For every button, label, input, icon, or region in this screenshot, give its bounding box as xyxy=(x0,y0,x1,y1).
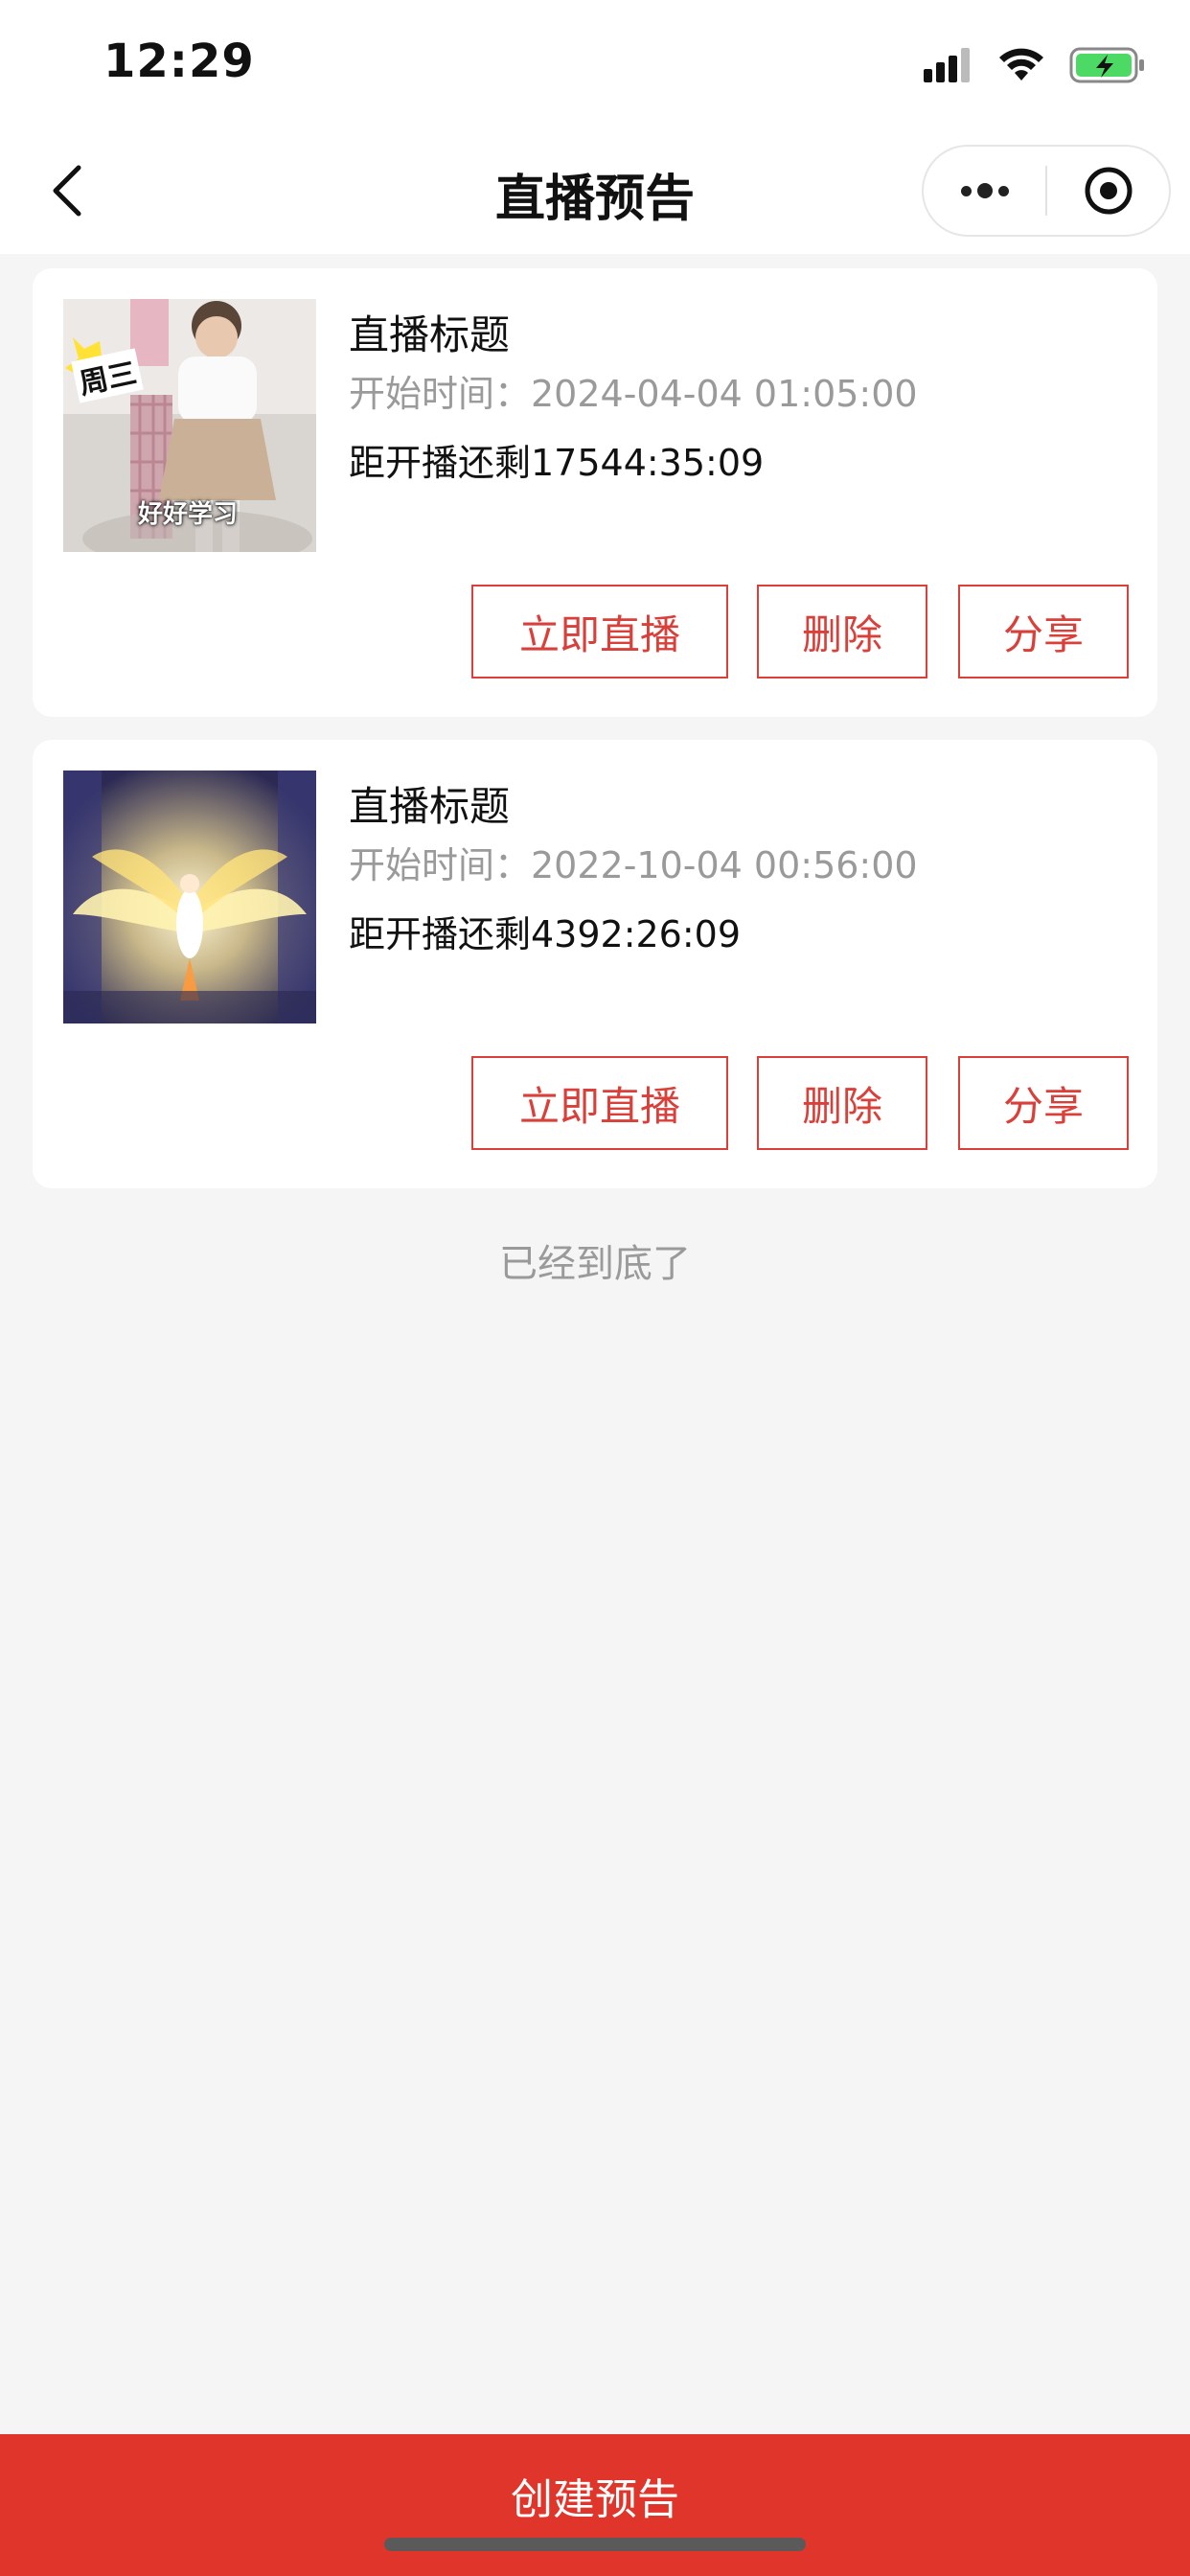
share-button[interactable]: 分享 xyxy=(958,585,1129,678)
status-time: 12:29 xyxy=(103,34,255,88)
live-preview-card: 直播标题 开始时间：2022-10-04 00:56:00 距开播还剩4392:… xyxy=(33,740,1157,1188)
cellular-signal-icon xyxy=(924,48,970,82)
delete-button[interactable]: 删除 xyxy=(757,1056,927,1150)
thumb-caption-study: 好好学习 xyxy=(138,500,239,529)
start-live-button[interactable]: 立即直播 xyxy=(471,1056,728,1150)
target-close-icon xyxy=(1085,167,1132,215)
cover-image xyxy=(63,770,316,1024)
create-preview-button[interactable]: 创建预告 xyxy=(0,2434,1190,2576)
live-preview-card: 周三 好好学习 直播标题 开始时间：2024-04-04 01:05:00 距开… xyxy=(33,268,1157,717)
share-button[interactable]: 分享 xyxy=(958,1056,1129,1150)
mini-program-capsule xyxy=(922,145,1171,237)
status-icons xyxy=(924,44,1146,86)
delete-button[interactable]: 删除 xyxy=(757,585,927,678)
cover-thumbnail[interactable] xyxy=(63,770,316,1024)
more-icon xyxy=(960,183,1009,198)
wifi-icon xyxy=(999,48,1043,80)
home-indicator xyxy=(384,2538,806,2551)
status-bar: 12:29 xyxy=(0,0,1190,129)
start-time: 开始时间：2024-04-04 01:05:00 xyxy=(349,373,918,415)
live-title: 直播标题 xyxy=(349,783,511,830)
countdown: 距开播还剩4392:26:09 xyxy=(349,913,742,955)
live-title: 直播标题 xyxy=(349,311,511,358)
nav-bar: 直播预告 xyxy=(0,129,1190,254)
start-time: 开始时间：2022-10-04 00:56:00 xyxy=(349,844,918,886)
list-end-text: 已经到底了 xyxy=(499,1242,691,1286)
close-miniprogram-button[interactable] xyxy=(1047,147,1169,235)
more-button[interactable] xyxy=(924,147,1045,235)
battery-charging-icon xyxy=(1069,47,1144,83)
countdown: 距开播还剩17544:35:09 xyxy=(349,442,765,484)
start-live-button[interactable]: 立即直播 xyxy=(471,585,728,678)
cover-thumbnail[interactable]: 周三 好好学习 xyxy=(63,299,316,552)
